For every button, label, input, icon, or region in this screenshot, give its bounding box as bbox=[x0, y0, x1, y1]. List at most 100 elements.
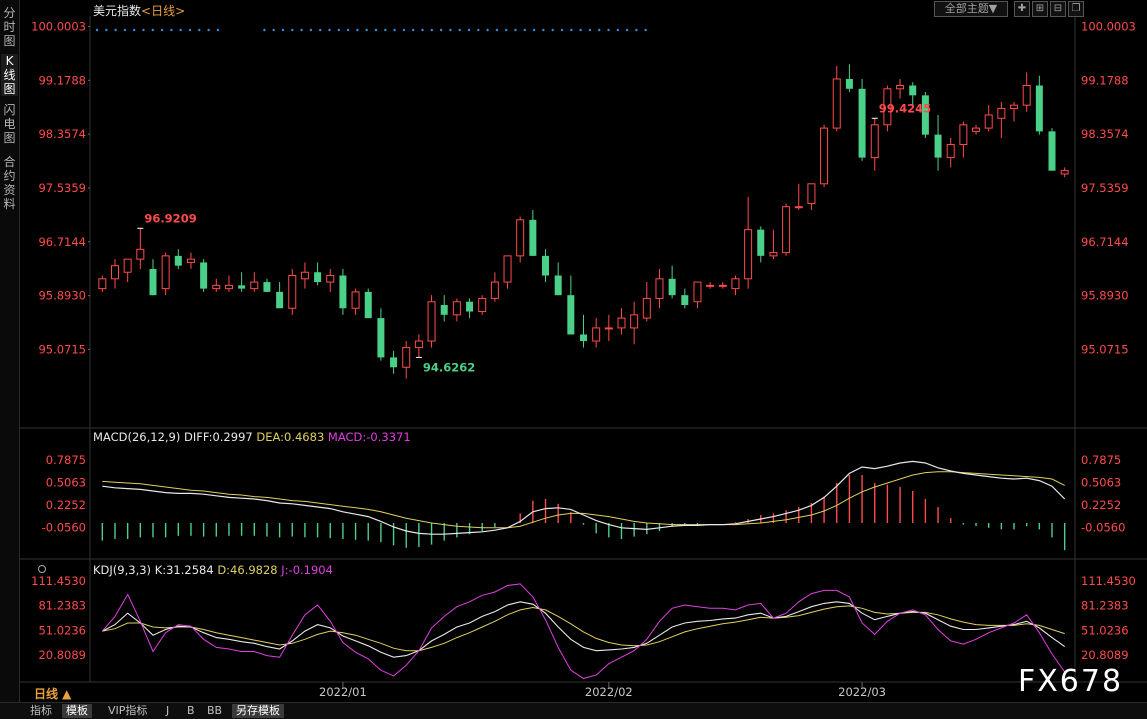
sidebar-tab-intraday-char-3: 图 bbox=[3, 34, 16, 48]
candle-body-down bbox=[276, 291, 284, 309]
reference-dot bbox=[588, 28, 592, 32]
price-axis-right-label: 97.5359 bbox=[1081, 181, 1129, 195]
sidebar-tab-contract-char-2: 约 bbox=[3, 169, 16, 183]
price-axis-left-label: 100.0003 bbox=[31, 20, 86, 34]
macd-axis-left-label: -0.0560 bbox=[42, 520, 86, 534]
macd-axis-left-label: 0.2252 bbox=[46, 498, 86, 512]
sidebar-tab-lightning-char-2: 电 bbox=[3, 117, 16, 131]
candle-body-down bbox=[238, 285, 246, 289]
reference-dot bbox=[598, 28, 601, 32]
low-annotation-label: 94.6262 bbox=[423, 360, 475, 374]
candle-body-up bbox=[1010, 104, 1019, 109]
theme-dropdown-button[interactable]: 全部主题▼ bbox=[934, 1, 1008, 17]
candle-body-up bbox=[604, 327, 613, 330]
reference-dot bbox=[486, 28, 489, 32]
candle-body-up bbox=[1022, 85, 1031, 106]
candle-body-down bbox=[529, 219, 537, 256]
price-axis-right-label: 98.3574 bbox=[1081, 127, 1129, 141]
reference-dot bbox=[328, 28, 331, 32]
reference-dot bbox=[542, 28, 545, 32]
candle-body-up bbox=[630, 314, 639, 329]
kdj-axis-right-label: 111.4530 bbox=[1081, 574, 1136, 588]
price-axis-left-label: 95.8930 bbox=[38, 289, 86, 303]
tab-save-template[interactable]: 另存模板 bbox=[232, 704, 284, 718]
candle-body-up bbox=[706, 284, 715, 287]
candle-body-up bbox=[870, 124, 879, 159]
tab-indicators[interactable]: 指标 bbox=[26, 704, 56, 718]
period-selector[interactable]: 日线 ▲ bbox=[34, 685, 71, 702]
price-axis-left-label: 97.5359 bbox=[38, 181, 86, 195]
tab-templates[interactable]: 模板 bbox=[62, 704, 92, 718]
tab-vip-indicators[interactable]: VIP指标 bbox=[104, 704, 151, 718]
candle-body-down bbox=[845, 78, 853, 89]
zoom-out-icon[interactable]: ⊟ bbox=[1050, 1, 1066, 17]
reference-dot bbox=[346, 28, 350, 32]
zoom-in-icon[interactable]: ⊞ bbox=[1032, 1, 1048, 17]
candle-body-up bbox=[123, 258, 132, 273]
reference-dot bbox=[551, 28, 554, 32]
candle-body-up bbox=[617, 317, 626, 329]
candle-body-up bbox=[642, 297, 651, 319]
time-axis-label: 2022/02 bbox=[585, 685, 633, 699]
reference-dot bbox=[439, 28, 443, 32]
tab-bb[interactable]: BB bbox=[203, 704, 226, 718]
candle-body-up bbox=[693, 281, 702, 303]
reference-dot bbox=[467, 28, 471, 32]
restore-window-icon[interactable]: ❐ bbox=[1068, 1, 1084, 17]
sidebar-tab-contract-info[interactable]: 合 约 资 料 bbox=[1, 155, 18, 211]
macd-value-readout: MACD:-0.3371 bbox=[327, 430, 411, 444]
macd-dea-line bbox=[102, 471, 1065, 529]
tab-j[interactable]: J bbox=[162, 704, 173, 718]
reference-dot bbox=[393, 28, 396, 32]
candle-body-up bbox=[769, 252, 778, 257]
high-annotation-1-label: 96.9209 bbox=[144, 211, 196, 225]
candle-body-up bbox=[820, 127, 829, 185]
candle-body-up bbox=[326, 275, 335, 283]
kdj-axis-right-label: 20.8089 bbox=[1081, 648, 1129, 662]
macd-diff-readout: DIFF:0.2997 bbox=[184, 430, 253, 444]
candle-body-up bbox=[490, 281, 499, 299]
reference-dot bbox=[421, 28, 424, 32]
sidebar-tab-contract-char-4: 料 bbox=[3, 197, 16, 211]
time-axis-label: 2022/01 bbox=[319, 685, 367, 699]
reference-dot bbox=[300, 28, 303, 32]
macd-name: MACD(26,12,9) bbox=[93, 430, 181, 444]
candle-body-down bbox=[440, 305, 448, 315]
candle-body-down bbox=[200, 262, 208, 289]
reference-dot bbox=[616, 28, 619, 32]
reference-dot bbox=[198, 28, 201, 32]
chart-area[interactable]: 100.0003 100.0003 99.1788 99.1788 98.3574 98.… bbox=[20, 0, 1147, 702]
candle-body-up bbox=[186, 258, 195, 263]
candle-body-up bbox=[503, 255, 512, 283]
candle-body-up bbox=[794, 206, 803, 209]
crosshair-icon[interactable]: ✚ bbox=[1014, 1, 1030, 17]
reference-dot bbox=[570, 28, 573, 32]
instrument-name: 美元指数 bbox=[93, 4, 142, 18]
candle-body-up bbox=[655, 278, 664, 299]
reference-dot bbox=[384, 28, 387, 32]
candle-body-up bbox=[224, 284, 233, 290]
reference-dot bbox=[114, 28, 117, 32]
candle-body-down bbox=[668, 278, 676, 296]
reference-dot bbox=[635, 28, 638, 32]
reference-dot bbox=[560, 28, 564, 32]
reference-dot bbox=[365, 28, 368, 32]
candle-body-down bbox=[1035, 85, 1043, 132]
kdj-name: KDJ(9,3,3) bbox=[93, 563, 152, 577]
sidebar-tab-lightning[interactable]: 闪 电 图 bbox=[1, 103, 18, 145]
candle-body-up bbox=[98, 278, 107, 290]
macd-axis-right-label: 0.7875 bbox=[1081, 453, 1121, 467]
kdj-j-line bbox=[101, 583, 1066, 679]
reference-dot bbox=[644, 28, 647, 32]
reference-dot bbox=[160, 28, 164, 32]
sidebar-tab-kline-char-2: 线 bbox=[3, 68, 16, 82]
reference-dot bbox=[151, 28, 154, 32]
reference-dot bbox=[523, 28, 526, 32]
sidebar-tab-intraday[interactable]: 分 时 图 bbox=[1, 6, 18, 48]
tab-b[interactable]: B bbox=[183, 704, 199, 718]
reference-dot bbox=[412, 28, 415, 32]
macd-dea-readout: DEA:0.4683 bbox=[256, 430, 325, 444]
candle-body-up bbox=[110, 265, 119, 280]
sidebar-tab-kline[interactable]: K 线 图 bbox=[1, 54, 18, 96]
candle-body-down bbox=[466, 301, 474, 312]
